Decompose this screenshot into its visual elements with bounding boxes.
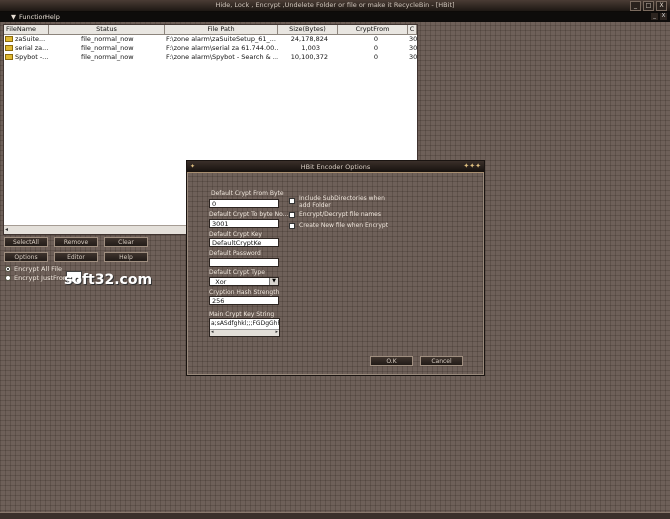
dialog-title-bar: ✦ HBit Encoder Options ✦✦✦ — [187, 161, 484, 173]
column-size[interactable]: Size(Bytes) — [278, 25, 338, 34]
help-button[interactable]: Help — [104, 252, 148, 262]
remove-button[interactable]: Remove — [54, 237, 98, 247]
menu-help[interactable]: Help — [45, 13, 60, 21]
row-size: 1,003 — [301, 44, 320, 52]
row-c: 30 — [409, 53, 417, 61]
column-c[interactable]: C — [408, 25, 417, 34]
row-filename: serial za... — [15, 44, 49, 52]
encrypt-names-label: Encrypt/Decrypt file names — [299, 211, 381, 218]
row-size: 10,100,372 — [290, 53, 328, 61]
column-filepath[interactable]: File Path — [165, 25, 278, 34]
dialog-title: HBit Encoder Options — [300, 163, 371, 171]
table-row[interactable]: serial za... file_normal_now F:\zone ala… — [4, 44, 417, 53]
ok-button[interactable]: O.K — [370, 356, 413, 366]
mdi-minimize-icon[interactable]: _ — [651, 13, 658, 20]
dialog-ornament-right-icon: ✦✦✦ — [463, 162, 481, 170]
clear-button[interactable]: Clear — [104, 237, 148, 247]
scroll-left-icon[interactable]: ◂ — [211, 329, 214, 335]
create-new-file-label: Create New file when Encrypt — [299, 222, 389, 229]
crypt-type-label: Default Crypt Type — [209, 269, 265, 276]
row-c: 30 — [409, 35, 417, 43]
row-size: 24,178,824 — [290, 35, 328, 43]
row-filepath: F:\zone alarm\Spybot - Search & ... — [166, 53, 278, 61]
column-filename[interactable]: FileName — [4, 25, 49, 34]
encrypt-all-label: Encrypt All File — [14, 265, 63, 273]
close-icon[interactable]: X — [656, 1, 667, 11]
title-bar: Hide, Lock , Encrypt ,Undelete Folder or… — [0, 0, 670, 12]
scroll-right-icon[interactable]: ▸ — [275, 329, 278, 335]
table-row[interactable]: zaSuite... file_normal_now F:\zone alarm… — [4, 35, 417, 44]
encrypt-names-checkbox[interactable] — [289, 212, 295, 218]
options-button[interactable]: Options — [4, 252, 48, 262]
row-c: 30 — [409, 44, 417, 52]
encrypt-all-radio[interactable] — [5, 266, 11, 272]
encrypt-just-radio[interactable] — [5, 275, 11, 281]
folder-icon — [5, 36, 13, 42]
row-filepath: F:\zone alarm\zaSuiteSetup_61_... — [166, 35, 276, 43]
hash-strength-field[interactable]: 256 — [209, 296, 279, 305]
menu-bar: ▼ Function Help _ X — [0, 12, 670, 22]
column-status[interactable]: Status — [49, 25, 165, 34]
main-key-scrollbar[interactable]: ◂ ▸ — [210, 329, 279, 336]
app-menu-icon[interactable]: ▼ — [11, 13, 16, 21]
folder-icon — [5, 54, 13, 60]
crypt-to-label: Default Crypt To byte No... — [209, 211, 289, 218]
row-filename: zaSuite... — [15, 35, 46, 43]
cancel-button[interactable]: Cancel — [420, 356, 463, 366]
editor-button[interactable]: Editor — [54, 252, 98, 262]
minimize-icon[interactable]: _ — [630, 1, 641, 11]
include-subdirectories-label: Include SubDirectories when add Folder — [299, 195, 385, 209]
crypt-type-select[interactable]: _Xor ▼ — [209, 277, 279, 286]
row-cryptfrom: 0 — [373, 35, 378, 43]
menu-function[interactable]: Function — [19, 13, 47, 21]
main-key-label: Main Crypt Key String — [209, 311, 275, 318]
crypt-key-field[interactable]: DefaultCryptKe — [209, 238, 279, 247]
crypt-type-value: _Xor — [212, 278, 227, 286]
crypt-from-field[interactable]: 0 — [209, 199, 279, 208]
crypt-to-field[interactable]: 3001 — [209, 219, 279, 228]
main-key-value: a;sASdfghkl;;;FGDgGhhfjj — [211, 320, 279, 327]
crypt-from-label: Default Crypt From Byte — [211, 190, 284, 197]
mdi-controls: _ X — [651, 13, 667, 20]
window-title: Hide, Lock , Encrypt ,Undelete Folder or… — [215, 1, 455, 9]
maximize-icon[interactable]: □ — [643, 1, 654, 11]
row-cryptfrom: 0 — [373, 44, 378, 52]
row-status: file_normal_now — [81, 44, 134, 52]
main-key-textarea[interactable]: a;sASdfghkl;;;FGDgGhhfjj ◂ ▸ — [209, 318, 280, 337]
create-new-file-checkbox[interactable] — [289, 223, 295, 229]
scroll-left-icon[interactable]: ◂ — [5, 226, 8, 234]
password-field[interactable] — [209, 258, 279, 267]
file-list-header: FileName Status File Path Size(Bytes) Cr… — [4, 25, 417, 35]
hash-strength-label: Cryption Hash Strength — [209, 289, 280, 296]
encoder-options-dialog: ✦ HBit Encoder Options ✦✦✦ Default Crypt… — [186, 160, 485, 376]
row-cryptfrom: 0 — [373, 53, 378, 61]
column-cryptfrom[interactable]: CryptFrom — [338, 25, 408, 34]
encrypt-just-label: Encrypt JustFrom — [14, 274, 70, 282]
window-controls: _ □ X — [630, 1, 667, 11]
horizontal-scrollbar[interactable]: ◂ — [4, 225, 187, 234]
select-all-button[interactable]: SelectAll — [4, 237, 48, 247]
chevron-down-icon[interactable]: ▼ — [269, 278, 278, 285]
row-filepath: F:\zone alarm\serial za 61.744.00... — [166, 44, 278, 52]
row-status: file_normal_now — [81, 35, 134, 43]
row-status: file_normal_now — [81, 53, 134, 61]
watermark: soft32.com — [64, 272, 153, 288]
password-label: Default Password — [209, 250, 261, 257]
mdi-close-icon[interactable]: X — [660, 13, 667, 20]
row-filename: Spybot -... — [15, 53, 49, 61]
include-subdirectories-checkbox[interactable] — [289, 198, 295, 204]
crypt-key-label: Default Crypt Key — [209, 231, 262, 238]
table-row[interactable]: Spybot -... file_normal_now F:\zone alar… — [4, 53, 417, 62]
folder-icon — [5, 45, 13, 51]
